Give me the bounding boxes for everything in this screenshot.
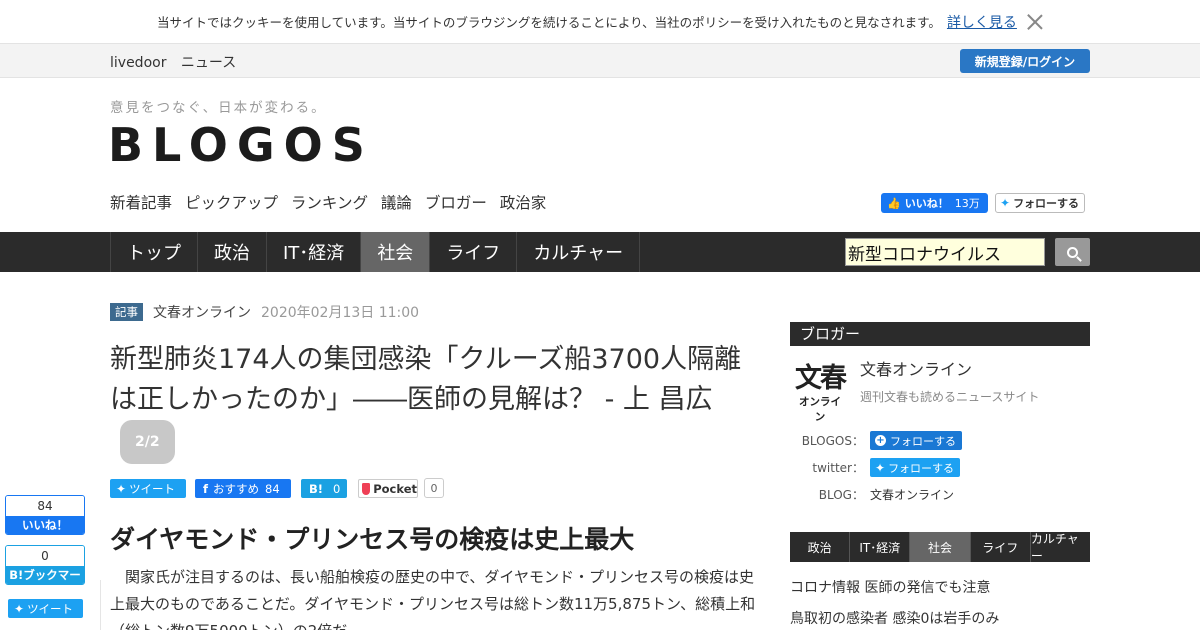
bunshun-logo-main: 文春 bbox=[795, 363, 847, 394]
tab-culture[interactable]: カルチャー bbox=[516, 232, 641, 272]
livedoor-logo-text[interactable]: livedoor bbox=[110, 55, 166, 71]
fb-like-button[interactable]: 👍 いいね！ 13万 bbox=[881, 193, 988, 213]
article-title: 新型肺炎174人の集団感染「クルーズ船3700人隔離は正しかったのか」――医師の… bbox=[110, 340, 760, 464]
page-badge: 2/2 bbox=[120, 420, 175, 464]
tab-it-economy[interactable]: IT･経済 bbox=[266, 232, 360, 272]
share-hatena-count: 0 bbox=[333, 481, 341, 496]
float-tweet-label: ツイート bbox=[27, 601, 74, 616]
pocket-icon bbox=[362, 482, 371, 495]
blogos-follow-label: フォローする bbox=[890, 434, 956, 448]
share-hatena-button[interactable]: B! 0 bbox=[301, 479, 347, 498]
plus-icon: + bbox=[875, 435, 886, 446]
twitter-bird-icon: ✦ bbox=[875, 460, 886, 475]
share-pocket-label: Pocket bbox=[373, 481, 417, 496]
share-fb-button[interactable]: f おすすめ 84 bbox=[195, 479, 291, 498]
blog-row: BLOG： 文春オンライン bbox=[800, 486, 954, 503]
side-tab-culture[interactable]: カルチャー bbox=[1031, 532, 1090, 563]
twitter-follow-key: twitter： bbox=[812, 461, 864, 475]
sidebar-news-link[interactable]: 鳥取初の感染者 感染0は岩手のみ bbox=[790, 608, 999, 628]
share-tweet-button[interactable]: ✦ ツイート bbox=[110, 479, 186, 498]
fb-like-count: 13万 bbox=[954, 197, 980, 210]
blogos-logo[interactable]: BLOGOS bbox=[108, 118, 374, 172]
float-fb-like[interactable]: 84 いいね！ bbox=[5, 495, 85, 535]
side-tab-politics[interactable]: 政治 bbox=[790, 532, 851, 562]
article-source[interactable]: 文春オンライン bbox=[153, 302, 251, 322]
sidebar-category-tabs: 政治 IT･経済 社会 ライフ カルチャー bbox=[790, 532, 1090, 563]
cookie-text: 当サイトではクッキーを使用しています。当サイトのブラウジングを続けることにより、… bbox=[157, 15, 941, 30]
blogger-description: 週刊文春も読めるニュースサイト bbox=[860, 390, 1040, 404]
share-pocket-button[interactable]: Pocket bbox=[358, 479, 418, 498]
twitter-follow-label: フォローする bbox=[1013, 197, 1080, 210]
livedoor-brand[interactable]: livedoor ニュース bbox=[110, 52, 236, 72]
float-hatena-label: B!ブックマーク bbox=[6, 566, 84, 584]
sidebar-blogger-heading: ブロガー bbox=[790, 322, 1090, 346]
share-pocket-count: 0 bbox=[424, 478, 444, 498]
login-button[interactable]: 新規登録/ログイン bbox=[960, 49, 1090, 73]
float-fb-count: 84 bbox=[6, 496, 84, 516]
blog-key: BLOG： bbox=[818, 488, 864, 502]
twitter-follow-row: twitter： ✦ フォローする bbox=[800, 458, 961, 477]
search-button[interactable] bbox=[1055, 238, 1090, 266]
subnav-item-pickup[interactable]: ピックアップ bbox=[185, 194, 278, 212]
blogos-follow-row: BLOGOS： + フォローする bbox=[800, 431, 962, 450]
hatena-icon: B! bbox=[309, 481, 324, 496]
share-tweet-label: ツイート bbox=[129, 481, 176, 496]
subnav-item-ranking[interactable]: ランキング bbox=[291, 194, 368, 212]
side-tab-life[interactable]: ライフ bbox=[971, 532, 1031, 562]
facebook-icon: f bbox=[203, 481, 209, 496]
tab-politics[interactable]: 政治 bbox=[197, 232, 266, 272]
tab-top[interactable]: トップ bbox=[110, 232, 197, 272]
float-fb-label: いいね！ bbox=[6, 516, 84, 534]
sidebar-news-link[interactable]: コロナ情報 医師の発信でも注意 bbox=[790, 577, 990, 597]
fb-like-label: いいね！ bbox=[904, 197, 949, 210]
article-title-text: 新型肺炎174人の集団感染「クルーズ船3700人隔離は正しかったのか」――医師の… bbox=[110, 344, 742, 415]
main-nav: トップ 政治 IT･経済 社会 ライフ カルチャー bbox=[0, 232, 1200, 272]
search-input[interactable] bbox=[845, 238, 1045, 266]
twitter-bird-icon: ✦ bbox=[1000, 196, 1011, 210]
site-tagline: 意見をつなぐ、日本が変わる。 bbox=[110, 100, 327, 116]
sidebar-twitter-follow-label: フォローする bbox=[888, 461, 955, 475]
subnav-item-new[interactable]: 新着記事 bbox=[110, 194, 172, 212]
subnav-item-debate[interactable]: 議論 bbox=[381, 194, 412, 212]
article-subheading: ダイヤモンド・プリンセス号の検疫は史上最大 bbox=[110, 525, 635, 554]
sub-nav: 新着記事 ピックアップ ランキング 議論 ブロガー 政治家 bbox=[110, 191, 554, 213]
article-meta: 記事 文春オンライン 2020年02月13日 11:00 bbox=[110, 302, 419, 322]
livedoor-bar: livedoor ニュース 新規登録/ログイン bbox=[0, 43, 1200, 78]
close-icon[interactable] bbox=[1027, 14, 1043, 30]
search-icon bbox=[1067, 246, 1078, 258]
article-body: 関家氏が注目するのは、長い船舶検疫の歴史の中で、ダイヤモンド・プリンセス号の検疫… bbox=[110, 568, 756, 630]
site-header: 意見をつなぐ、日本が変わる。 BLOGOS 新着記事 ピックアップ ランキング … bbox=[0, 78, 1200, 232]
share-fb-label: おすすめ bbox=[213, 481, 260, 496]
twitter-bird-icon: ✦ bbox=[14, 601, 25, 616]
cookie-details-link[interactable]: 詳しく見る bbox=[947, 12, 1017, 32]
float-hatena-bookmark[interactable]: 0 B!ブックマーク bbox=[5, 545, 85, 585]
float-tweet-button[interactable]: ✦ ツイート bbox=[8, 599, 83, 618]
sidebar-twitter-follow-button[interactable]: ✦ フォローする bbox=[870, 458, 961, 477]
bunshun-logo-sub: オンライン bbox=[799, 396, 841, 423]
share-fb-count: 84 bbox=[265, 481, 280, 496]
subnav-item-blogger[interactable]: ブロガー bbox=[425, 194, 487, 212]
float-hatena-count: 0 bbox=[6, 546, 84, 566]
blogos-follow-button[interactable]: + フォローする bbox=[870, 431, 962, 450]
bunshun-logo[interactable]: 文春 オンライン bbox=[795, 363, 847, 424]
blog-link[interactable]: 文春オンライン bbox=[870, 486, 954, 503]
blogos-follow-key: BLOGOS： bbox=[801, 434, 864, 448]
subnav-item-politician[interactable]: 政治家 bbox=[500, 194, 547, 212]
tab-life[interactable]: ライフ bbox=[429, 232, 516, 272]
blogger-name[interactable]: 文春オンライン bbox=[860, 356, 972, 380]
twitter-follow-button[interactable]: ✦ フォローする bbox=[995, 193, 1085, 213]
cookie-banner: 当サイトではクッキーを使用しています。当サイトのブラウジングを続けることにより、… bbox=[0, 0, 1200, 43]
livedoor-section[interactable]: ニュース bbox=[181, 55, 236, 71]
article-date: 2020年02月13日 11:00 bbox=[261, 305, 420, 321]
content-divider bbox=[100, 580, 101, 630]
article-tag: 記事 bbox=[110, 303, 143, 321]
twitter-bird-icon: ✦ bbox=[116, 481, 127, 496]
thumbs-up-icon: 👍 bbox=[887, 196, 901, 210]
side-tab-society[interactable]: 社会 bbox=[910, 532, 971, 562]
side-tab-it-economy[interactable]: IT･経済 bbox=[850, 532, 911, 562]
tab-society[interactable]: 社会 bbox=[360, 232, 430, 272]
